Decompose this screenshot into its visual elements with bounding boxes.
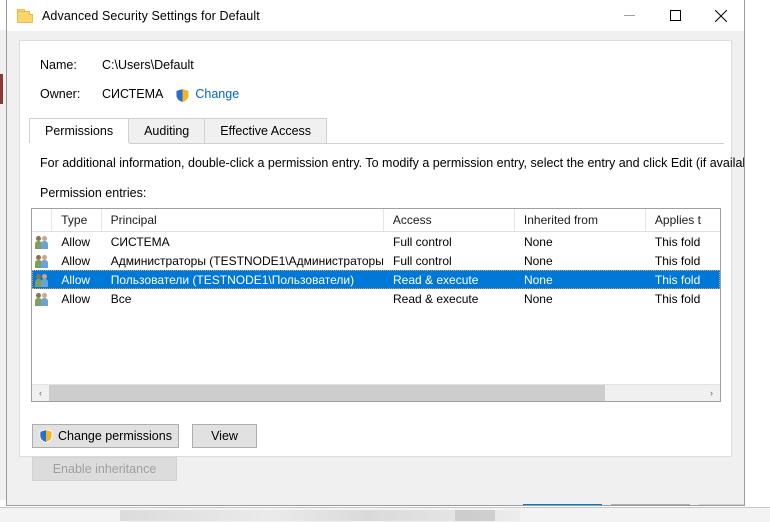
background-window-bottom-strip [0,507,770,522]
background-window-accent [0,74,3,104]
tab-effective-access-label: Effective Access [220,124,312,138]
column-header-principal[interactable]: Principal [102,209,384,231]
row-applies-to: This fold [654,272,701,287]
row-applies-to: This fold [654,253,701,268]
uac-shield-icon [175,88,190,103]
maximize-icon[interactable] [652,0,698,31]
change-owner-link[interactable]: Change [195,87,239,101]
group-icon [32,272,52,287]
row-access: Full control [393,253,452,268]
tab-permissions[interactable]: Permissions [29,118,130,143]
row-access: Read & execute [393,291,479,306]
cancel-button[interactable]: Cancel [611,504,690,505]
uac-shield-icon [39,428,54,444]
table-row[interactable]: Allow СИСТЕМА Full control None This fol… [32,232,720,251]
table-row[interactable]: Allow Пользователи (TESTNODE1\Пользовате… [32,270,720,289]
group-icon [32,234,52,249]
owner-value: СИСТЕМА [102,86,164,101]
row-principal: Все [110,291,132,306]
tab-auditing[interactable]: Auditing [128,118,206,143]
enable-inheritance-label: Enable inheritance [52,462,157,476]
owner-label: Owner: [40,86,81,101]
row-type: Allow [61,291,91,306]
name-label: Name: [40,58,77,72]
content-panel: Name: C:\Users\Default Owner: СИСТЕМА Ch… [19,40,744,481]
table-body: Allow СИСТЕМА Full control None This fol… [32,232,720,308]
horizontal-scrollbar[interactable]: ‹ › [32,384,720,401]
scroll-right-icon[interactable]: › [703,385,720,401]
group-icon [32,291,52,306]
column-header-type[interactable]: Type [52,209,102,231]
table-row[interactable]: Allow Все Read & execute None This fold [32,289,720,308]
row-type: Allow [61,234,91,249]
column-header-applies-to[interactable]: Applies t [646,209,720,231]
column-header-access[interactable]: Access [384,209,515,231]
row-principal: Пользователи (TESTNODE1\Пользователи) [110,272,355,287]
info-text: For additional information, double-click… [40,156,745,170]
view-label: View [211,429,238,443]
group-icon [32,253,52,268]
row-type: Allow [61,253,91,268]
permission-entries-label: Permission entries: [40,186,147,200]
window-title: Advanced Security Settings for Default [42,8,260,23]
column-header-inherited-from[interactable]: Inherited from [515,209,646,231]
owner-row: Owner: СИСТЕМА Change [20,86,731,103]
scroll-left-icon[interactable]: ‹ [32,385,49,401]
enable-inheritance-button: Enable inheritance [32,457,177,481]
row-inherited-from: None [523,253,553,268]
tab-strip: Permissions Auditing Effective Access [29,118,724,144]
minimize-icon[interactable] [606,0,652,31]
apply-button: Apply [699,504,744,505]
table-header-row: Type Principal Access Inherited from App… [32,209,720,232]
view-button[interactable]: View [192,424,257,448]
permission-entries-list[interactable]: Type Principal Access Inherited from App… [31,208,721,402]
row-type: Allow [61,272,91,287]
row-inherited-from: None [523,291,553,306]
change-permissions-label: Change permissions [58,429,172,443]
window-controls [606,0,744,31]
tab-permissions-label: Permissions [45,124,114,138]
title-bar: Advanced Security Settings for Default [7,0,744,32]
ok-button[interactable]: OK [523,504,602,505]
advanced-security-settings-dialog: Advanced Security Settings for Default N… [6,0,745,506]
row-inherited-from: None [523,234,553,249]
row-applies-to: This fold [654,234,701,249]
row-access: Full control [393,234,452,249]
column-header-icon [32,209,53,231]
table-row[interactable]: Allow Администраторы (TESTNODE1\Админист… [32,251,720,270]
background-window-content-ghost-2 [455,510,495,521]
dialog-content: Name: C:\Users\Default Owner: СИСТЕМА Ch… [7,31,744,505]
tab-effective-access[interactable]: Effective Access [204,118,328,143]
name-row: Name: C:\Users\Default [20,58,731,72]
row-access: Read & execute [393,272,479,287]
scrollbar-track[interactable] [49,385,703,401]
folder-icon [17,8,33,23]
row-applies-to: This fold [654,291,701,306]
row-principal: СИСТЕМА [110,234,170,249]
name-value: C:\Users\Default [102,58,194,72]
row-inherited-from: None [523,272,553,287]
tab-auditing-label: Auditing [144,124,190,138]
change-permissions-button[interactable]: Change permissions [32,424,179,448]
row-principal: Администраторы (TESTNODE1\Администраторы… [110,253,384,268]
close-icon[interactable] [698,0,744,31]
scrollbar-thumb[interactable] [49,385,605,401]
